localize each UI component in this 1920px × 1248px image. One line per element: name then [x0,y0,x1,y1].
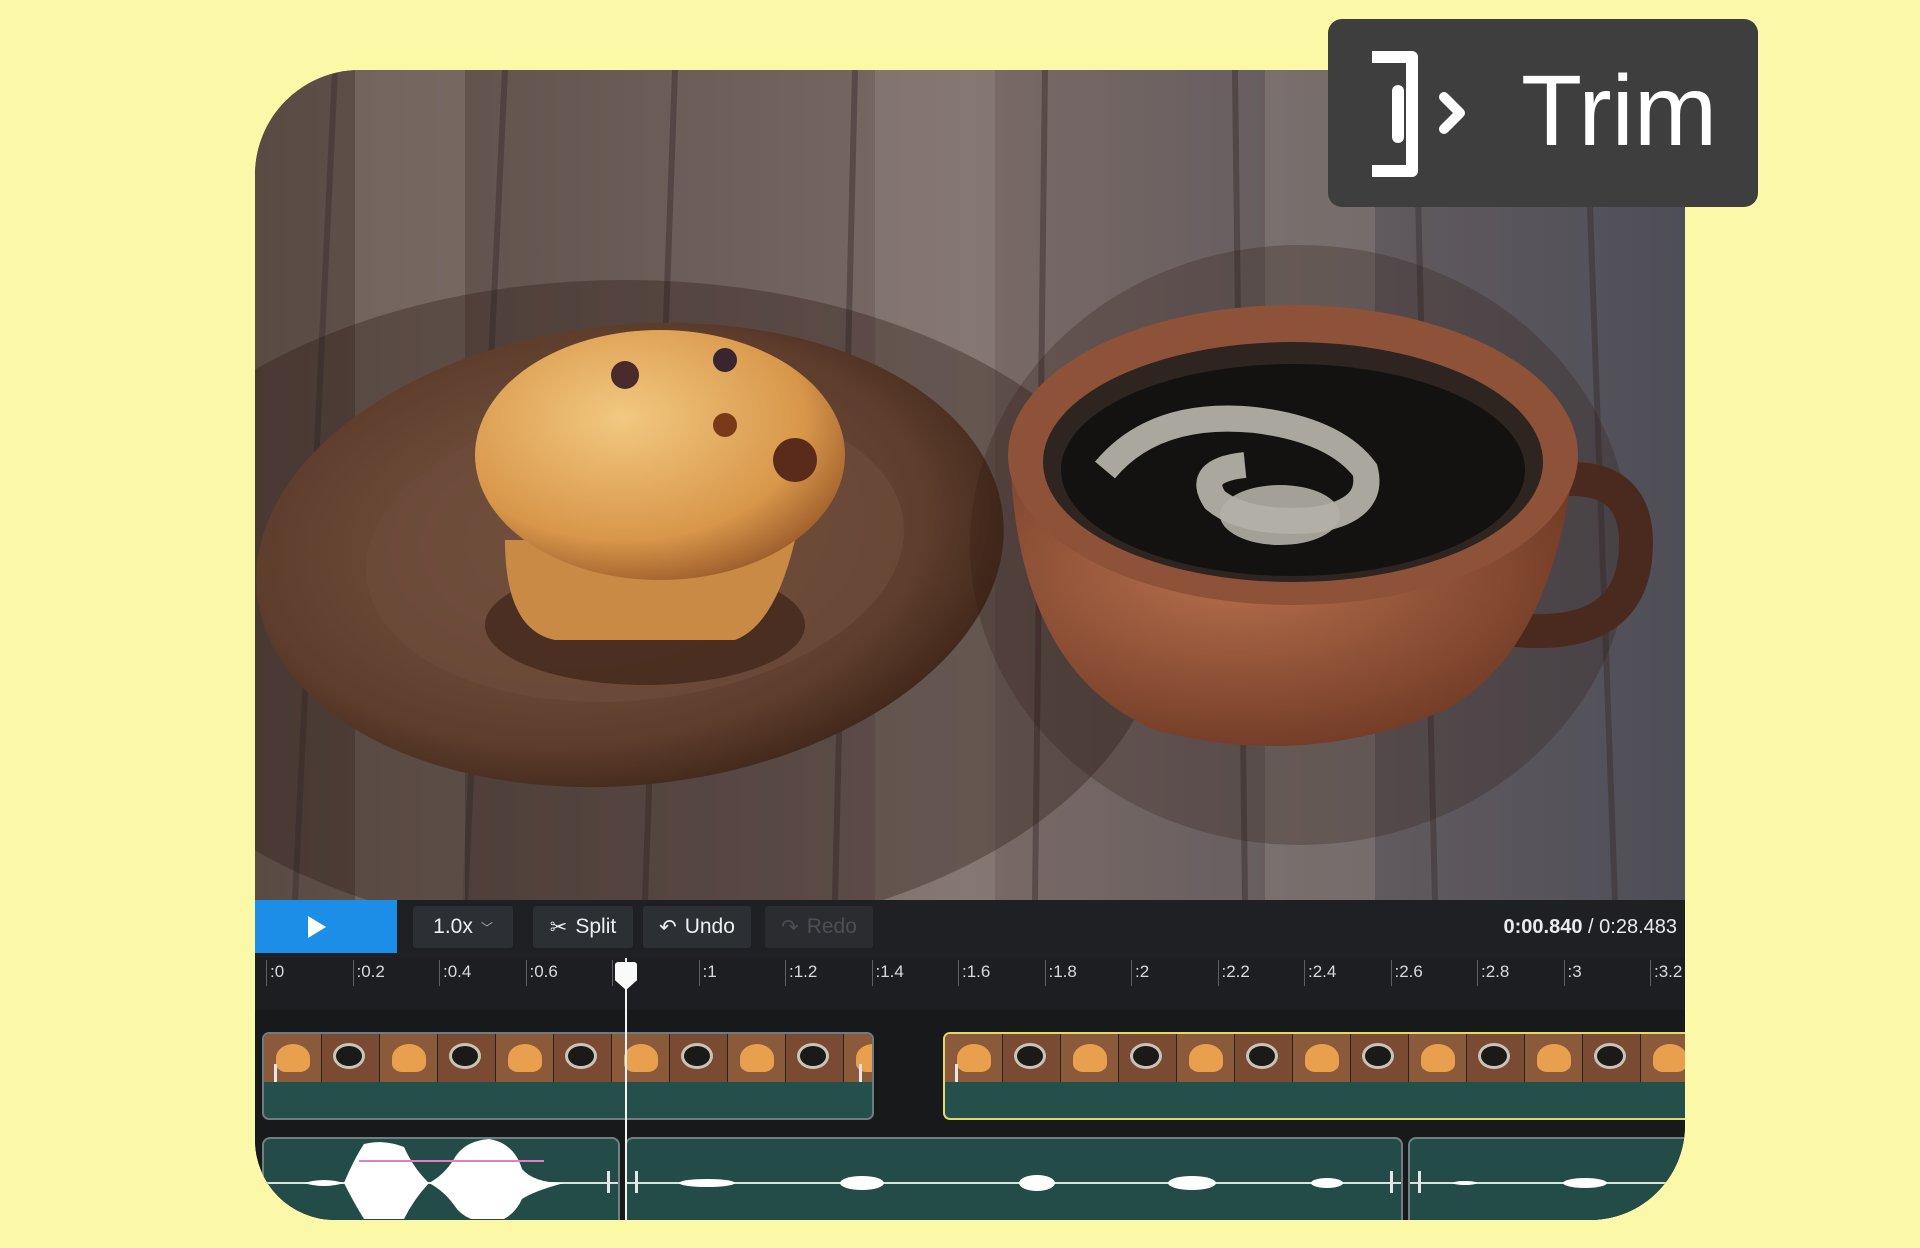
redo-label: Redo [806,915,857,938]
ruler-tick-label: :0 [270,962,285,981]
thumbnail-muffin [1641,1034,1685,1082]
trim-icon [1372,51,1465,177]
undo-button[interactable]: ↶ Undo [643,906,751,948]
ruler-tick-label: :0.4 [443,962,472,981]
undo-label: Undo [684,915,735,938]
ruler-tick-label: :1.4 [875,962,904,981]
audio-waveform [1410,1178,1685,1188]
trim-handle-left[interactable] [274,1064,277,1082]
ruler-tick-label: :3.2 [1654,962,1683,981]
timeline-tracks [255,1010,1685,1220]
trim-handle-left[interactable] [1418,1171,1421,1193]
ruler-tick [266,960,267,986]
video-editor: 1.0x ﹀ ✂ Split ↶ Undo ↷ Redo 0:00.840 / … [255,70,1685,1220]
video-clip-selected[interactable] [943,1032,1685,1120]
trim-handle-left[interactable] [955,1064,958,1082]
split-label: Split [575,915,617,938]
ruler-tick [1477,960,1478,986]
thumbnail-cup [670,1034,728,1082]
ruler-tick-label: :2.2 [1221,962,1250,981]
split-button[interactable]: ✂ Split [533,906,633,948]
thumbnail-muffin [496,1034,554,1082]
scissors-icon: ✂ [549,915,568,939]
ruler-tick-label: :1.8 [1048,962,1077,981]
ruler-tick-label: :0.2 [356,962,385,981]
play-icon [308,916,326,938]
thumbnail-cup [322,1034,380,1082]
thumbnail-cup [554,1034,612,1082]
ruler-tick-label: :1 [702,962,717,981]
ruler-tick [785,960,786,986]
ruler-tick [871,960,873,986]
ruler-tick-label: :2.8 [1481,962,1510,981]
audio-clip[interactable] [262,1137,620,1220]
trim-handle-right[interactable] [1390,1171,1393,1193]
chevron-down-icon: ﹀ [480,920,493,935]
undo-icon: ↶ [659,915,677,939]
thumbnail-cup [786,1034,844,1082]
ruler-tick-label: :3 [1567,962,1582,981]
thumbnail-muffin [945,1034,1003,1082]
ruler-tick [698,960,700,986]
ruler-tick-label: :2 [1135,962,1150,981]
audio-clip[interactable] [625,1137,1403,1220]
video-clip[interactable] [262,1032,874,1120]
ruler-tick-label: :1.6 [962,962,991,981]
ruler-tick [1131,960,1132,986]
playhead-line[interactable] [625,958,627,1220]
ruler-tick [1390,960,1392,986]
thumbnail-muffin [1061,1034,1119,1082]
ruler-tick [1650,960,1651,986]
audio-waveform [264,1139,618,1219]
timecode-display: 0:00.840 / 0:28.483 [1503,916,1677,939]
ruler-tick [1217,960,1219,986]
clip-thumbnail-strip [264,1034,872,1082]
ruler-tick-label: :1.2 [789,962,818,981]
speed-value: 1.0x [433,915,473,938]
thumbnail-cup [438,1034,496,1082]
ruler-tick [352,960,354,986]
editor-toolbar: 1.0x ﹀ ✂ Split ↶ Undo ↷ Redo 0:00.840 / … [255,900,1685,958]
ruler-tick [1563,960,1565,986]
thumbnail-muffin [1177,1034,1235,1082]
thumbnail-muffin [612,1034,670,1082]
ruler-tick-label: :0.6 [529,962,558,981]
ruler-tick-label: :2.4 [1308,962,1337,981]
ruler-tick [1044,960,1046,986]
trim-handle-right[interactable] [607,1171,610,1193]
timecode-separator: / [1588,916,1594,938]
trim-handle-right[interactable] [859,1064,862,1082]
audio-waveform [627,1175,1401,1191]
thumbnail-muffin [1293,1034,1351,1082]
thumbnail-cup [1351,1034,1409,1082]
clip-thumbnail-strip [945,1034,1685,1082]
thumbnail-muffin [1409,1034,1467,1082]
trim-handle-left[interactable] [635,1171,638,1193]
thumbnail-muffin [380,1034,438,1082]
thumbnail-cup [1583,1034,1641,1082]
trim-label: Trim [1521,55,1718,167]
thumbnail-cup [1467,1034,1525,1082]
ruler-tick [612,960,613,986]
ruler-tick [525,960,527,986]
audio-clip[interactable] [1408,1137,1685,1220]
ruler-tick [1304,960,1305,986]
speed-dropdown[interactable]: 1.0x ﹀ [413,906,513,948]
trim-feature-badge: Trim [1328,19,1758,207]
thumbnail-cup [1235,1034,1293,1082]
ruler-tick [958,960,959,986]
play-button[interactable] [255,900,397,953]
ruler-tick-label: :2.6 [1394,962,1423,981]
total-duration: 0:28.483 [1599,916,1677,938]
timeline-ruler[interactable]: :0:0.2:0.4:0.6:.8:1:1.2:1.4:1.6:1.8:2:2.… [255,958,1685,1010]
thumbnail-cup [1119,1034,1177,1082]
ruler-tick [439,960,440,986]
current-time: 0:00.840 [1503,916,1583,938]
redo-icon: ↷ [781,915,799,939]
redo-button[interactable]: ↷ Redo [765,906,873,948]
thumbnail-muffin [728,1034,786,1082]
thumbnail-cup [1003,1034,1061,1082]
thumbnail-muffin [264,1034,322,1082]
thumbnail-muffin [1525,1034,1583,1082]
